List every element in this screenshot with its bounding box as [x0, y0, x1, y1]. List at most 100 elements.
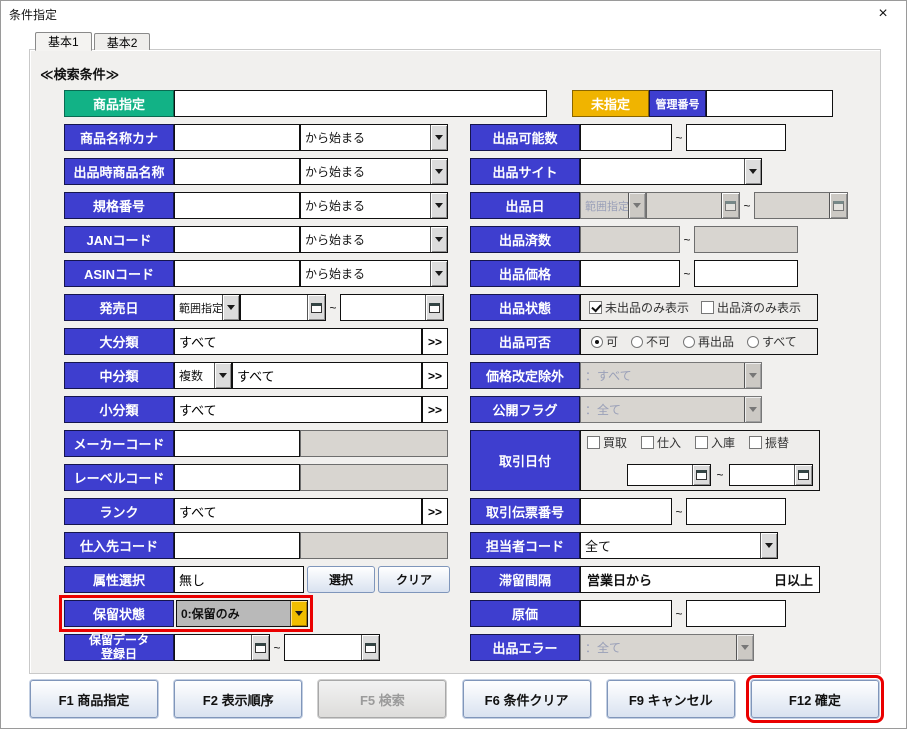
listing-allow-label: 出品可否	[470, 328, 580, 355]
release-to-input[interactable]	[341, 295, 425, 320]
listing-price-to-input[interactable]	[694, 260, 798, 287]
f6-clear-conditions-button[interactable]: F6 条件クリア	[463, 680, 591, 718]
listing-site-select[interactable]	[580, 158, 762, 185]
inbound-checkbox[interactable]: 入庫	[695, 434, 735, 451]
mid-category-mode-select[interactable]: 複数	[174, 362, 232, 389]
allow-all-radio[interactable]: すべて	[747, 333, 797, 350]
trade-date-from-input[interactable]	[628, 465, 692, 485]
maker-code-input[interactable]	[174, 430, 300, 457]
rank-label: ランク	[64, 498, 174, 525]
stay-interval-input[interactable]	[656, 572, 770, 587]
name-kana-match-value: から始まる	[301, 125, 430, 150]
trade-slip-from-input[interactable]	[580, 498, 672, 525]
trade-date-from-datebox	[627, 464, 711, 486]
allow-relist-radio[interactable]: 再出品	[683, 333, 734, 350]
unspecified-badge: 未指定	[572, 90, 649, 117]
calendar-icon[interactable]	[425, 295, 443, 320]
asin-code-input[interactable]	[174, 260, 300, 287]
row-label-code: レーベルコード	[64, 464, 450, 491]
calendar-icon[interactable]	[361, 635, 379, 660]
jan-code-match-select[interactable]: から始まる	[300, 226, 448, 253]
cost-to-input[interactable]	[686, 600, 786, 627]
chevron-down-icon[interactable]	[214, 363, 231, 388]
f12-confirm-button[interactable]: F12 確定	[751, 680, 879, 718]
supplier-code-input[interactable]	[174, 532, 300, 559]
sellable-qty-to-input[interactable]	[686, 124, 786, 151]
attribute-clear-button[interactable]: クリア	[378, 566, 450, 593]
mgmt-number-input[interactable]	[706, 90, 833, 117]
stay-suffix: 日以上	[774, 570, 813, 589]
chevron-down-icon[interactable]	[290, 601, 307, 626]
buy-checkbox[interactable]: 買取	[587, 434, 627, 451]
range-tilde: ~	[270, 634, 284, 661]
f9-cancel-button[interactable]: F9 キャンセル	[607, 680, 735, 718]
mid-category-more-button[interactable]: >>	[422, 362, 448, 389]
mgmt-number-label: 管理番号	[649, 90, 706, 117]
row-listing-site: 出品サイト	[470, 158, 848, 185]
tab-basic2[interactable]: 基本2	[94, 33, 151, 50]
chevron-down-icon[interactable]	[430, 193, 447, 218]
tab-bar: 基本1 基本2	[35, 31, 152, 50]
allow-ok-radio[interactable]: 可	[591, 333, 618, 350]
right-column: 出品可能数 ~ 出品サイト 出品日 範囲指定	[470, 124, 848, 661]
cost-from-input[interactable]	[580, 600, 672, 627]
name-kana-input[interactable]	[174, 124, 300, 151]
spec-number-label: 規格番号	[64, 192, 174, 219]
row-listing-error: 出品エラー ：全て	[470, 634, 848, 661]
purchase-checkbox[interactable]: 仕入	[641, 434, 681, 451]
f2-display-order-button[interactable]: F2 表示順序	[174, 680, 302, 718]
chevron-down-icon[interactable]	[222, 295, 239, 320]
name-kana-match-select[interactable]: から始まる	[300, 124, 448, 151]
trade-date-to-input[interactable]	[730, 465, 794, 485]
large-category-more-button[interactable]: >>	[422, 328, 448, 355]
rank-more-button[interactable]: >>	[422, 498, 448, 525]
spec-number-match-select[interactable]: から始まる	[300, 192, 448, 219]
transfer-checkbox[interactable]: 振替	[749, 434, 789, 451]
allow-no-radio[interactable]: 不可	[631, 333, 670, 350]
product-spec-input[interactable]	[174, 90, 547, 117]
row-trade-date: 取引日付 買取 仕入 入庫	[470, 430, 848, 491]
calendar-icon[interactable]	[251, 635, 269, 660]
small-category-more-button[interactable]: >>	[422, 396, 448, 423]
release-from-input[interactable]	[241, 295, 307, 320]
calendar-icon[interactable]	[692, 465, 710, 485]
chevron-down-icon[interactable]	[760, 533, 777, 558]
listing-name-match-select[interactable]: から始まる	[300, 158, 448, 185]
hold-state-value: 0:保留のみ	[177, 601, 290, 626]
label-code-input[interactable]	[174, 464, 300, 491]
chevron-down-icon[interactable]	[430, 159, 447, 184]
chevron-down-icon[interactable]	[430, 227, 447, 252]
trade-slip-to-input[interactable]	[686, 498, 786, 525]
checkbox-icon	[641, 436, 654, 449]
jan-code-input[interactable]	[174, 226, 300, 253]
hold-reg-from-input[interactable]	[175, 635, 251, 660]
chevron-down-icon[interactable]	[430, 261, 447, 286]
chevron-down-icon[interactable]	[430, 125, 447, 150]
listing-price-from-input[interactable]	[580, 260, 680, 287]
hold-state-select[interactable]: 0:保留のみ	[176, 600, 308, 627]
attribute-value: 無し	[174, 566, 304, 593]
product-spec-button[interactable]: 商品指定	[64, 90, 174, 117]
checkbox-icon	[749, 436, 762, 449]
spec-number-input[interactable]	[174, 192, 300, 219]
chevron-down-icon[interactable]	[744, 159, 761, 184]
listing-name-input[interactable]	[174, 158, 300, 185]
sellable-qty-from-input[interactable]	[580, 124, 672, 151]
unlisted-only-checkbox[interactable]: 未出品のみ表示	[589, 299, 689, 316]
calendar-icon[interactable]	[307, 295, 325, 320]
staff-code-select[interactable]: 全て	[580, 532, 778, 559]
calendar-icon[interactable]	[794, 465, 812, 485]
listing-date-range-select: 範囲指定	[580, 192, 646, 219]
close-button[interactable]: ×	[866, 1, 900, 27]
release-range-select[interactable]: 範囲指定	[174, 294, 240, 321]
calendar-icon	[829, 193, 847, 218]
asin-code-match-select[interactable]: から始まる	[300, 260, 448, 287]
tab-basic1[interactable]: 基本1	[35, 32, 92, 51]
hold-reg-to-input[interactable]	[285, 635, 361, 660]
listed-only-checkbox[interactable]: 出品済のみ表示	[701, 299, 801, 316]
listing-error-value: ：全て	[581, 635, 736, 660]
search-conditions-panel: ≪検索条件≫ 商品指定 未指定 管理番号 商品名称カナ から始まる 出品時商品名…	[29, 49, 881, 674]
f1-product-spec-button[interactable]: F1 商品指定	[30, 680, 158, 718]
row-product-spec: 商品指定 未指定 管理番号	[64, 90, 833, 117]
attribute-select-button[interactable]: 選択	[307, 566, 375, 593]
